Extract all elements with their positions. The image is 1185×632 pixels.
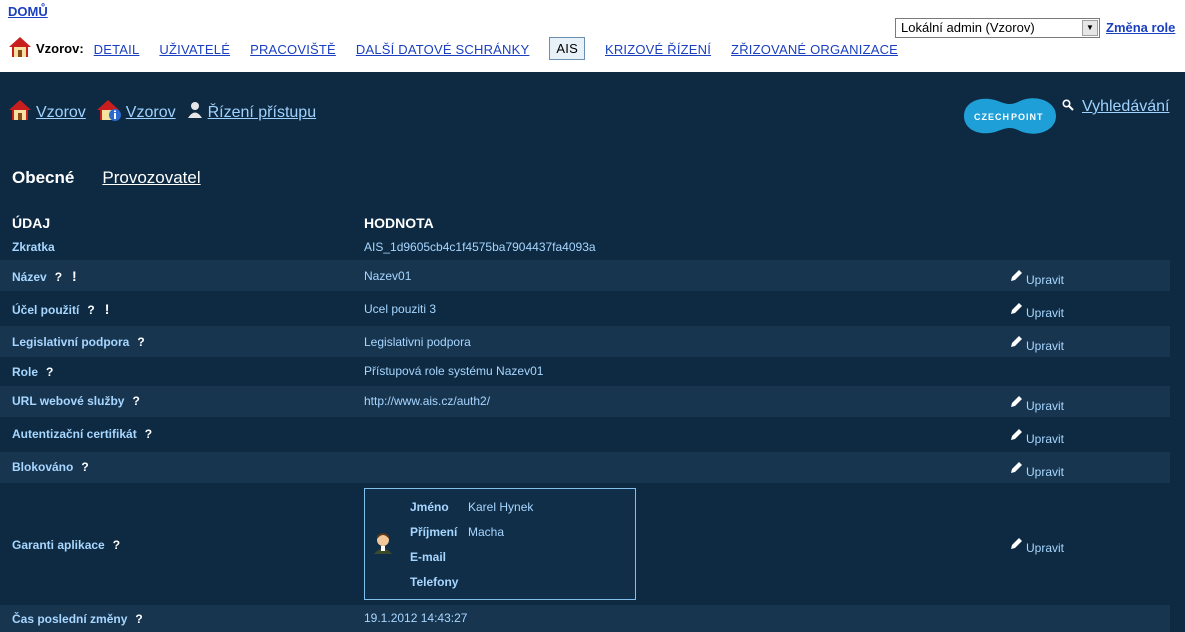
column-header-value: HODNOTA — [364, 215, 434, 231]
nav-ais[interactable]: AIS — [549, 37, 585, 60]
row-value: Ucel pouziti 3 — [364, 302, 437, 316]
nav-users[interactable]: UŽIVATELÉ — [159, 42, 230, 57]
guarantor-card: Jméno Karel Hynek Příjmení Macha E-mail Te… — [364, 488, 636, 600]
row-label: Role? — [12, 365, 54, 379]
pencil-icon — [1010, 335, 1023, 351]
edit-button[interactable]: Upravit — [1010, 535, 1064, 555]
top-header: DOMŮ Vzorov: DETAIL UŽIVATELÉ PRACOVIŠTĚ… — [0, 0, 1185, 72]
edit-button[interactable]: Upravit — [1010, 393, 1064, 413]
role-select[interactable]: Lokální admin (Vzorov) ▼ — [895, 18, 1100, 38]
nav-workplaces[interactable]: PRACOVIŠTĚ — [250, 42, 336, 57]
help-icon[interactable]: ? — [46, 365, 53, 379]
breadcrumb-item-org[interactable]: Vzorov — [8, 99, 86, 126]
guarantor-last-name: Příjmení Macha — [410, 525, 505, 539]
row-value: http://www.ais.cz/auth2/ — [364, 394, 491, 408]
row-value: Nazev01 — [364, 269, 412, 283]
search-link[interactable]: Vyhledávání — [1062, 98, 1169, 116]
org-label: Vzorov: — [36, 41, 84, 56]
table-row: Role? Přístupová role systému Nazev01 — [0, 359, 1170, 385]
nav-crisis-management[interactable]: KRIZOVÉ ŘÍZENÍ — [605, 42, 711, 57]
row-label: Zkratka — [12, 240, 55, 254]
table-row: Blokováno? Upravit — [0, 452, 1170, 483]
tab-general[interactable]: Obecné — [12, 168, 74, 188]
logo-text-point: POINT — [1011, 112, 1044, 122]
breadcrumb: Vzorov Vzorov Řízení přístupu — [8, 99, 326, 126]
row-label: URL webové služby? — [12, 394, 140, 408]
table-row: Autentizační certifikát? Upravit — [0, 419, 1170, 450]
role-change-link[interactable]: Změna role — [1106, 20, 1175, 35]
help-icon[interactable]: ? — [55, 270, 62, 284]
row-value: AIS_1d9605cb4c1f4575ba7904437fa4093a — [364, 240, 596, 254]
row-label: Legislativní podpora? — [12, 335, 145, 349]
edit-button[interactable]: Upravit — [1010, 333, 1064, 353]
table-row: Účel použití?! Ucel pouziti 3 Upravit — [0, 293, 1170, 324]
pencil-icon — [1010, 302, 1023, 318]
breadcrumb-label: Řízení přístupu — [207, 103, 317, 121]
help-icon[interactable]: ? — [145, 427, 152, 441]
pencil-icon — [1010, 428, 1023, 444]
pencil-icon — [1010, 461, 1023, 477]
user-icon — [186, 101, 204, 124]
help-icon[interactable]: ? — [87, 303, 94, 317]
pencil-icon — [1010, 395, 1023, 411]
table-row: Čas poslední změny? 19.1.2012 14:43:27 — [0, 605, 1170, 632]
table-row: Název?! Nazev01 Upravit — [0, 260, 1170, 291]
nav-organizations[interactable]: ZŘIZOVANÉ ORGANIZACE — [731, 42, 898, 57]
row-value: Legislativni podpora — [364, 335, 471, 349]
required-icon: ! — [104, 301, 110, 317]
row-label: Čas poslední změny? — [12, 612, 143, 626]
pencil-icon — [1010, 269, 1023, 285]
help-icon[interactable]: ? — [81, 460, 88, 474]
row-label: Blokováno? — [12, 460, 89, 474]
breadcrumb-item-org-info[interactable]: Vzorov — [96, 99, 176, 126]
tab-operator[interactable]: Provozovatel — [102, 168, 200, 188]
logo-text-czech: CZECH — [974, 112, 1010, 122]
column-header-field: ÚDAJ — [12, 215, 51, 231]
guarantor-email: E-mail — [410, 550, 447, 564]
edit-button[interactable]: Upravit — [1010, 267, 1064, 287]
tab-bar: Obecné Provozovatel — [12, 168, 201, 188]
table-row: URL webové služby? http://www.ais.cz/aut… — [0, 386, 1170, 417]
home-link[interactable]: DOMŮ — [8, 4, 48, 19]
table-row: Zkratka AIS_1d9605cb4c1f4575ba7904437fa4… — [0, 236, 1170, 258]
row-label: Účel použití?! — [12, 301, 110, 317]
breadcrumb-label: Vzorov — [125, 103, 176, 121]
org-nav-bar: Vzorov: DETAIL UŽIVATELÉ PRACOVIŠTĚ DALŠ… — [8, 32, 918, 62]
home-icon — [8, 99, 32, 126]
help-icon[interactable]: ? — [113, 538, 120, 552]
search-label: Vyhledávání — [1082, 98, 1170, 115]
guarantor-first-name: Jméno Karel Hynek — [410, 500, 534, 514]
table-row: Legislativní podpora? Legislativni podpo… — [0, 326, 1170, 357]
help-icon[interactable]: ? — [137, 335, 144, 349]
help-icon[interactable]: ? — [135, 612, 142, 626]
role-select-value: Lokální admin (Vzorov) — [901, 20, 1035, 35]
person-avatar-icon — [372, 531, 394, 560]
edit-button[interactable]: Upravit — [1010, 459, 1064, 479]
breadcrumb-item-access-control[interactable]: Řízení přístupu — [186, 101, 317, 124]
row-label: Autentizační certifikát? — [12, 427, 153, 441]
guarantor-phone: Telefony — [410, 575, 459, 589]
dropdown-arrow-icon[interactable]: ▼ — [1082, 20, 1098, 36]
search-icon — [1062, 98, 1074, 116]
pencil-icon — [1010, 537, 1023, 553]
czechpoint-logo: CZECH POINT — [960, 93, 1058, 139]
home-info-icon — [96, 99, 122, 126]
row-value: 19.1.2012 14:43:27 — [364, 611, 468, 625]
nav-data-boxes[interactable]: DALŠÍ DATOVÉ SCHRÁNKY — [356, 42, 530, 57]
home-icon — [8, 36, 32, 58]
edit-button[interactable]: Upravit — [1010, 300, 1064, 320]
breadcrumb-label: Vzorov — [36, 103, 86, 121]
required-icon: ! — [72, 268, 77, 284]
nav-detail[interactable]: DETAIL — [94, 42, 140, 57]
edit-button[interactable]: Upravit — [1010, 426, 1064, 446]
row-label: Garanti aplikace? — [12, 538, 121, 552]
row-value: Přístupová role systému Nazev01 — [364, 364, 544, 378]
help-icon[interactable]: ? — [132, 394, 139, 408]
row-label: Název?! — [12, 268, 77, 284]
